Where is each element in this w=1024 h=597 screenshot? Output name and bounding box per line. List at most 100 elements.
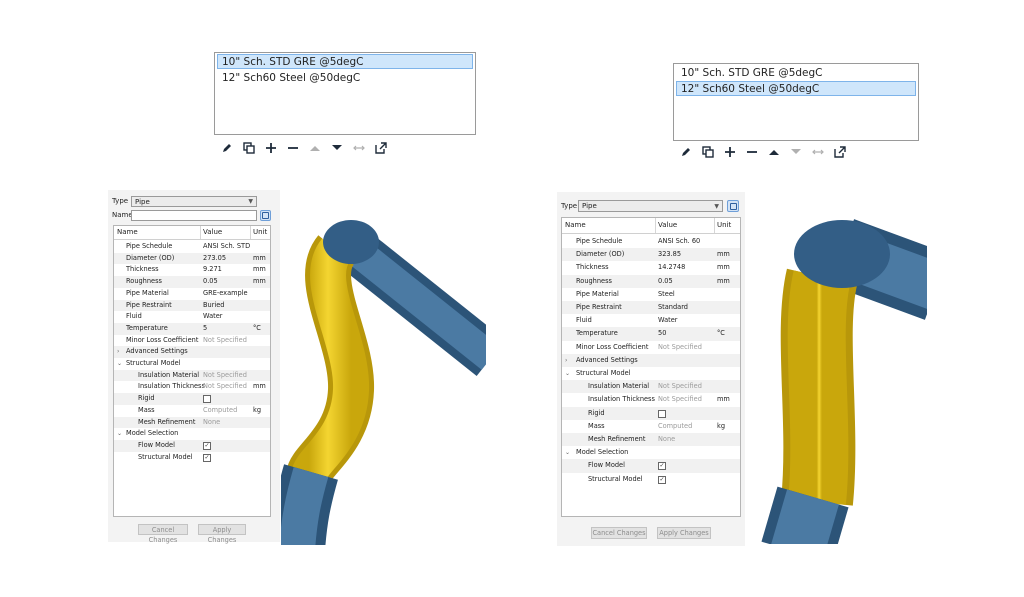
pick-object-button[interactable] (260, 210, 271, 221)
property-value[interactable]: Water (203, 311, 223, 323)
swap-button[interactable] (350, 141, 367, 155)
chevron-right-icon[interactable]: › (117, 346, 119, 358)
property-value[interactable]: Not Specified (658, 380, 702, 393)
move-down-button[interactable] (328, 141, 345, 155)
property-value[interactable]: 0.05 (203, 276, 218, 288)
property-value[interactable]: Not Specified (203, 370, 247, 382)
column-header-name[interactable]: Name (117, 226, 138, 239)
3d-pipe-viewport[interactable] (747, 192, 927, 544)
property-group-row[interactable]: ⌄ Model Selection (562, 446, 740, 459)
property-row[interactable]: Flow Model ✓ (562, 459, 740, 473)
remove-button[interactable] (284, 141, 301, 155)
chevron-down-icon[interactable]: ⌄ (565, 446, 570, 459)
property-value[interactable]: Standard (658, 301, 688, 314)
property-row[interactable]: Pipe Restraint Standard (562, 301, 740, 315)
property-row[interactable]: Rigid (562, 406, 740, 420)
property-row[interactable]: Insulation Material Not Specified (114, 369, 270, 382)
schedule-list-item[interactable]: 12" Sch60 Steel @50degC (217, 70, 473, 85)
property-value[interactable]: GRE-example (203, 288, 248, 300)
add-button[interactable] (721, 145, 738, 159)
property-value[interactable]: 5 (203, 323, 207, 335)
property-row[interactable]: Roughness 0.05 mm (114, 276, 270, 288)
property-group-row[interactable]: › Advanced Settings (562, 353, 740, 367)
property-row[interactable]: Diameter (OD) 273.05 mm (114, 252, 270, 265)
property-checkbox[interactable]: ✓ (658, 462, 666, 471)
property-checkbox[interactable]: ✓ (203, 441, 211, 450)
property-value[interactable]: Not Specified (203, 335, 247, 347)
export-button[interactable] (372, 141, 389, 155)
property-value[interactable]: Water (658, 314, 678, 327)
property-row[interactable]: Insulation Material Not Specified (562, 380, 740, 394)
property-row[interactable]: Thickness 14.2748 mm (562, 261, 740, 274)
duplicate-button[interactable] (699, 145, 716, 159)
cancel-changes-button[interactable]: Cancel Changes (138, 524, 188, 544)
remove-button[interactable] (743, 145, 760, 159)
property-row[interactable]: Minor Loss Coefficient Not Specified (114, 335, 270, 347)
property-value[interactable]: 14.2748 (658, 261, 685, 274)
property-value[interactable]: None (658, 433, 675, 446)
duplicate-button[interactable] (240, 141, 257, 155)
pick-object-button[interactable] (727, 200, 739, 212)
property-row[interactable]: Pipe Schedule ANSI Sch. STD (114, 241, 270, 253)
property-checkbox[interactable]: ✓ (203, 453, 211, 462)
add-button[interactable] (262, 141, 279, 155)
property-row[interactable]: Minor Loss Coefficient Not Specified (562, 341, 740, 354)
property-value[interactable]: Not Specified (658, 393, 702, 406)
property-row[interactable]: Temperature 5 °C (114, 322, 270, 335)
schedule-list-item[interactable]: 12" Sch60 Steel @50degC (676, 81, 916, 96)
column-header-unit[interactable]: Unit (717, 218, 731, 233)
apply-changes-button[interactable]: Apply Changes (657, 527, 711, 539)
property-value[interactable]: Buried (203, 300, 225, 312)
column-separator[interactable] (200, 226, 201, 239)
property-checkbox[interactable] (203, 395, 211, 404)
schedule-list-item[interactable]: 10" Sch. STD GRE @5degC (676, 65, 916, 80)
property-row[interactable]: Roughness 0.05 mm (562, 274, 740, 288)
column-separator[interactable] (250, 226, 251, 239)
column-separator[interactable] (714, 218, 715, 233)
property-checkbox[interactable]: ✓ (658, 475, 666, 484)
property-group-row[interactable]: ⌄ Structural Model (114, 358, 270, 370)
property-value[interactable]: ANSI Sch. STD (203, 241, 250, 253)
property-value[interactable]: 0.05 (658, 275, 673, 288)
chevron-right-icon[interactable]: › (565, 354, 567, 367)
export-button[interactable] (831, 145, 848, 159)
property-value[interactable]: Computed (658, 420, 692, 433)
property-checkbox[interactable] (658, 409, 666, 418)
column-header-name[interactable]: Name (565, 218, 586, 233)
pipe-schedule-list[interactable]: 10" Sch. STD GRE @5degC 12" Sch60 Steel @… (214, 52, 476, 135)
property-row[interactable]: Pipe Schedule ANSI Sch. 60 (562, 235, 740, 248)
property-row[interactable]: Insulation Thickness Not Specified mm (114, 381, 270, 393)
3d-pipe-viewport[interactable] (281, 190, 486, 545)
edit-button[interactable] (218, 141, 235, 155)
type-dropdown[interactable]: Pipe ▼ (131, 196, 257, 207)
property-row[interactable]: Mesh Refinement None (114, 416, 270, 429)
property-value[interactable]: 9.271 (203, 264, 222, 276)
property-row[interactable]: Thickness 9.271 mm (114, 264, 270, 276)
property-row[interactable]: Fluid Water (562, 314, 740, 327)
property-value[interactable]: 50 (658, 327, 666, 340)
chevron-down-icon[interactable]: ⌄ (117, 428, 122, 440)
property-value[interactable]: None (203, 417, 220, 429)
property-row[interactable]: Flow Model ✓ (114, 439, 270, 452)
property-row[interactable]: Rigid (114, 393, 270, 405)
property-group-row[interactable]: ⌄ Structural Model (562, 367, 740, 380)
swap-button[interactable] (809, 145, 826, 159)
chevron-down-icon[interactable]: ⌄ (117, 358, 122, 370)
column-separator[interactable] (655, 218, 656, 233)
property-row[interactable]: Structural Model ✓ (562, 473, 740, 486)
property-row[interactable]: Temperature 50 °C (562, 327, 740, 341)
pipe-schedule-list[interactable]: 10" Sch. STD GRE @5degC 12" Sch60 Steel @… (673, 63, 919, 141)
edit-button[interactable] (677, 145, 694, 159)
property-value[interactable]: 273.05 (203, 253, 226, 265)
name-input[interactable] (131, 210, 257, 221)
property-group-row[interactable]: › Advanced Settings (114, 346, 270, 358)
move-up-button[interactable] (765, 145, 782, 159)
property-row[interactable]: Insulation Thickness Not Specified mm (562, 393, 740, 406)
schedule-list-item[interactable]: 10" Sch. STD GRE @5degC (217, 54, 473, 69)
property-value[interactable]: Steel (658, 288, 675, 301)
property-value[interactable]: 323.85 (658, 248, 681, 261)
move-down-button[interactable] (787, 145, 804, 159)
property-row[interactable]: Diameter (OD) 323.85 mm (562, 248, 740, 262)
property-group-row[interactable]: ⌄ Model Selection (114, 428, 270, 440)
property-row[interactable]: Pipe Material GRE-example (114, 288, 270, 300)
